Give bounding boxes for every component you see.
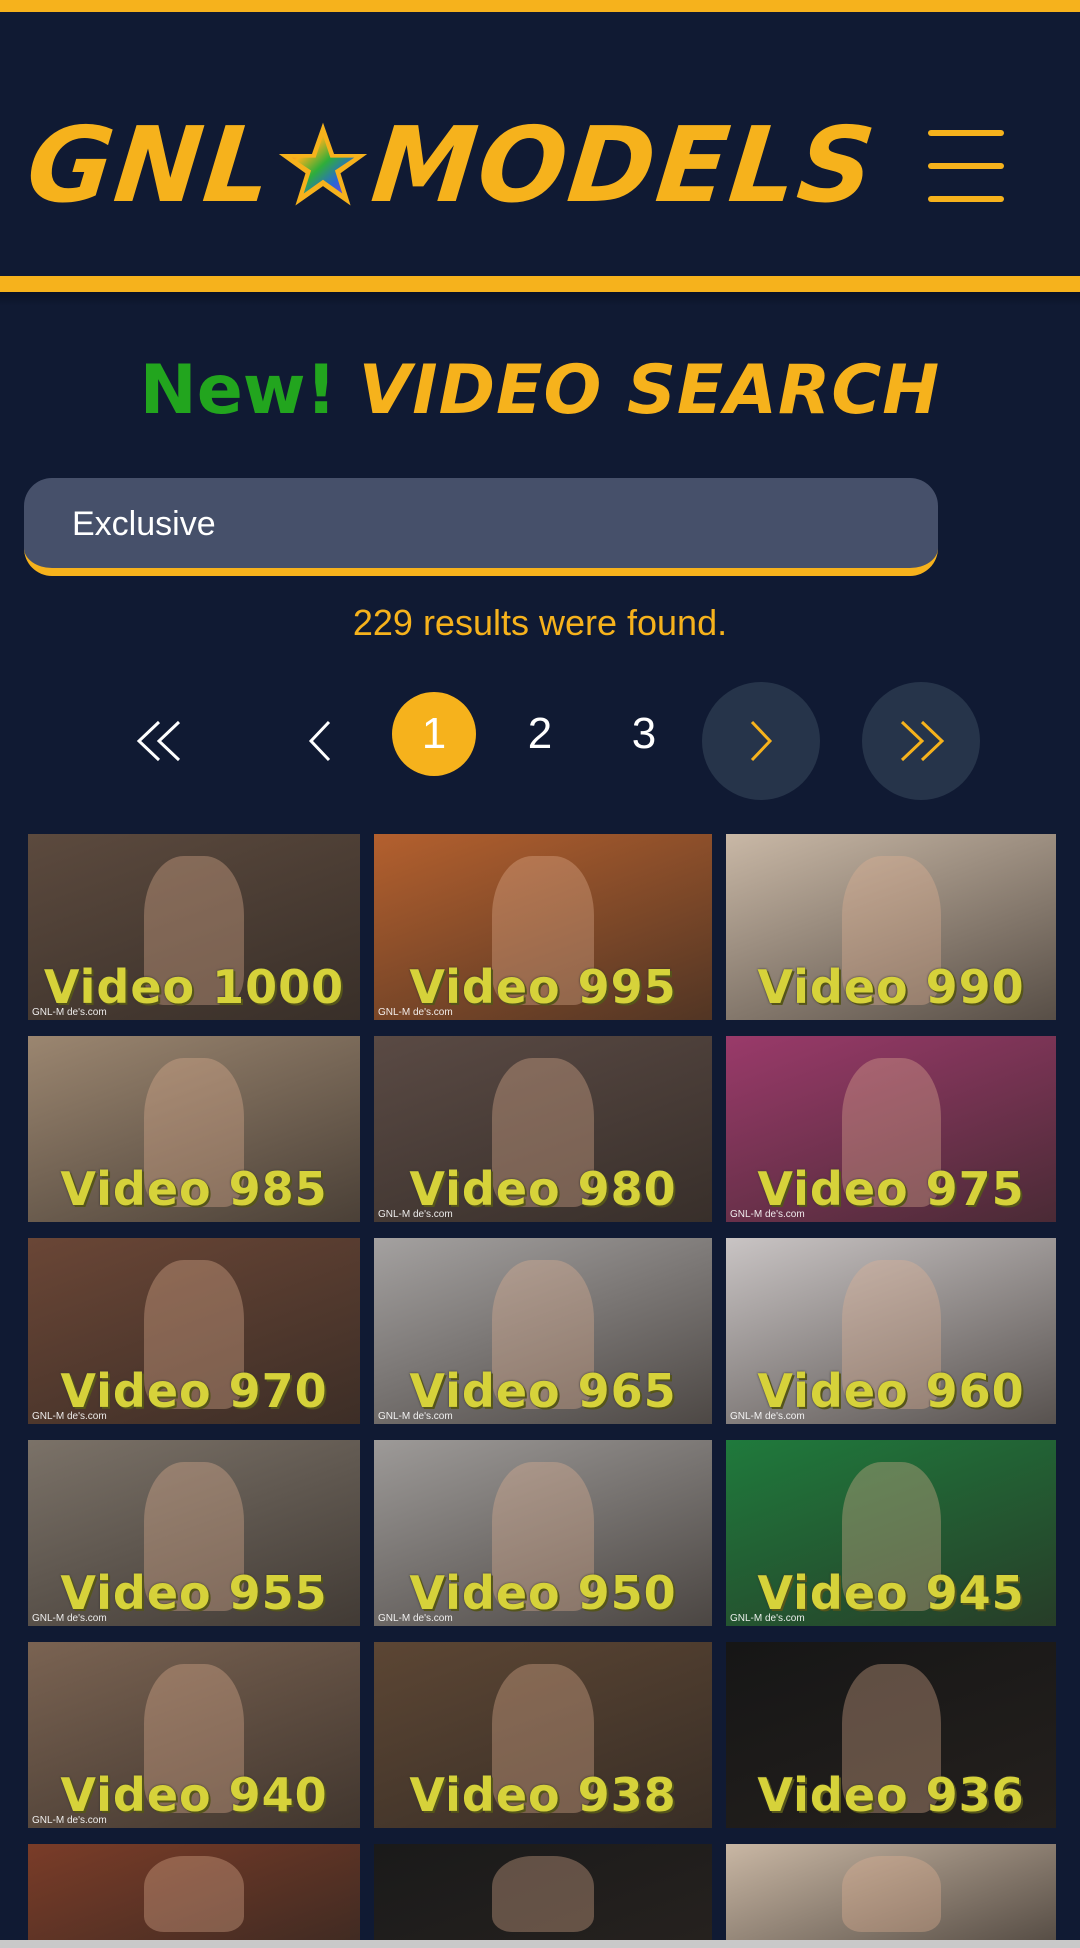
watermark: GNL-M de's.com xyxy=(378,1411,453,1422)
search-title: New! VIDEO SEARCH xyxy=(0,350,1080,431)
video-thumbnail[interactable] xyxy=(374,1844,712,1940)
page-2-button[interactable]: 2 xyxy=(500,692,580,776)
watermark: GNL-M de's.com xyxy=(32,1007,107,1018)
video-caption: Video 945 xyxy=(757,1566,1025,1620)
watermark: GNL-M de's.com xyxy=(32,1613,107,1624)
video-caption: Video 995 xyxy=(409,960,677,1014)
video-thumbnail[interactable]: Video 965 GNL-M de's.com xyxy=(374,1238,712,1424)
video-thumbnail[interactable]: Video 955 GNL-M de's.com xyxy=(28,1440,360,1626)
video-thumbnail[interactable]: Video 980 GNL-M de's.com xyxy=(374,1036,712,1222)
page-3-label: 3 xyxy=(631,709,657,758)
watermark: GNL-M de's.com xyxy=(32,1411,107,1422)
thumbnail-figure xyxy=(492,1855,594,1933)
watermark: GNL-M de's.com xyxy=(730,1411,805,1422)
video-thumbnail[interactable]: Video 940 GNL-M de's.com xyxy=(28,1642,360,1828)
video-caption: Video 970 xyxy=(60,1364,328,1418)
page-2-label: 2 xyxy=(527,709,553,758)
logo-text-right: MODELS xyxy=(366,104,882,226)
video-thumbnail[interactable]: Video 990 xyxy=(726,834,1056,1020)
page-1-label: 1 xyxy=(421,709,447,758)
video-caption: Video 965 xyxy=(409,1364,677,1418)
next-page-icon[interactable] xyxy=(702,682,820,800)
watermark: GNL-M de's.com xyxy=(730,1209,805,1220)
video-caption: Video 990 xyxy=(757,960,1025,1014)
video-thumbnail[interactable]: Video 945 GNL-M de's.com xyxy=(726,1440,1056,1626)
logo-text-left: GNL xyxy=(21,104,280,226)
video-thumbnail[interactable]: Video 995 GNL-M de's.com xyxy=(374,834,712,1020)
watermark: GNL-M de's.com xyxy=(32,1815,107,1826)
video-caption: Video 936 xyxy=(757,1768,1025,1822)
video-thumbnail[interactable]: Video 950 GNL-M de's.com xyxy=(374,1440,712,1626)
watermark: GNL-M de's.com xyxy=(378,1613,453,1624)
search-input[interactable] xyxy=(70,478,914,570)
video-thumbnail[interactable]: Video 970 GNL-M de's.com xyxy=(28,1238,360,1424)
video-thumbnail[interactable]: Video 938 xyxy=(374,1642,712,1828)
search-box xyxy=(24,478,938,576)
video-caption: Video 1000 xyxy=(43,960,345,1014)
rainbow-star-icon xyxy=(278,122,367,206)
bottom-bar xyxy=(0,1940,1080,1948)
watermark: GNL-M de's.com xyxy=(730,1613,805,1624)
video-caption: Video 955 xyxy=(60,1566,328,1620)
header-bottom-stripe xyxy=(0,276,1080,292)
thumbnail-figure xyxy=(841,1855,941,1933)
page-3-button[interactable]: 3 xyxy=(604,692,684,776)
video-thumbnail[interactable] xyxy=(726,1844,1056,1940)
video-caption: Video 938 xyxy=(409,1768,677,1822)
video-thumbnail[interactable]: Video 960 GNL-M de's.com xyxy=(726,1238,1056,1424)
page-1-button[interactable]: 1 xyxy=(392,692,476,776)
header-shadow xyxy=(0,292,1080,306)
video-caption: Video 950 xyxy=(409,1566,677,1620)
video-thumbnail[interactable]: Video 936 xyxy=(726,1642,1056,1828)
prev-page-icon[interactable] xyxy=(290,686,350,796)
video-caption: Video 980 xyxy=(409,1162,677,1216)
video-thumbnail[interactable]: Video 985 xyxy=(28,1036,360,1222)
video-thumbnail[interactable]: Video 975 GNL-M de's.com xyxy=(726,1036,1056,1222)
hamburger-menu-icon[interactable] xyxy=(928,130,1004,202)
video-caption: Video 985 xyxy=(60,1162,328,1216)
video-caption: Video 940 xyxy=(60,1768,328,1822)
watermark: GNL-M de's.com xyxy=(378,1007,453,1018)
results-count: 229 results were found. xyxy=(352,602,728,643)
video-thumbnail[interactable]: Video 1000 GNL-M de's.com xyxy=(28,834,360,1020)
thumbnail-figure xyxy=(144,1855,244,1933)
video-search-heading: VIDEO SEARCH xyxy=(358,351,941,430)
site-logo[interactable]: GNL MODELS xyxy=(22,104,882,226)
last-page-icon[interactable] xyxy=(862,682,980,800)
video-thumbnail[interactable] xyxy=(28,1844,360,1940)
new-label: New! xyxy=(139,351,337,430)
site-header: GNL MODELS xyxy=(0,12,1080,274)
top-accent-stripe xyxy=(0,0,1080,12)
first-page-icon[interactable] xyxy=(120,686,200,796)
watermark: GNL-M de's.com xyxy=(378,1209,453,1220)
video-caption: Video 960 xyxy=(757,1364,1025,1418)
video-caption: Video 975 xyxy=(757,1162,1025,1216)
